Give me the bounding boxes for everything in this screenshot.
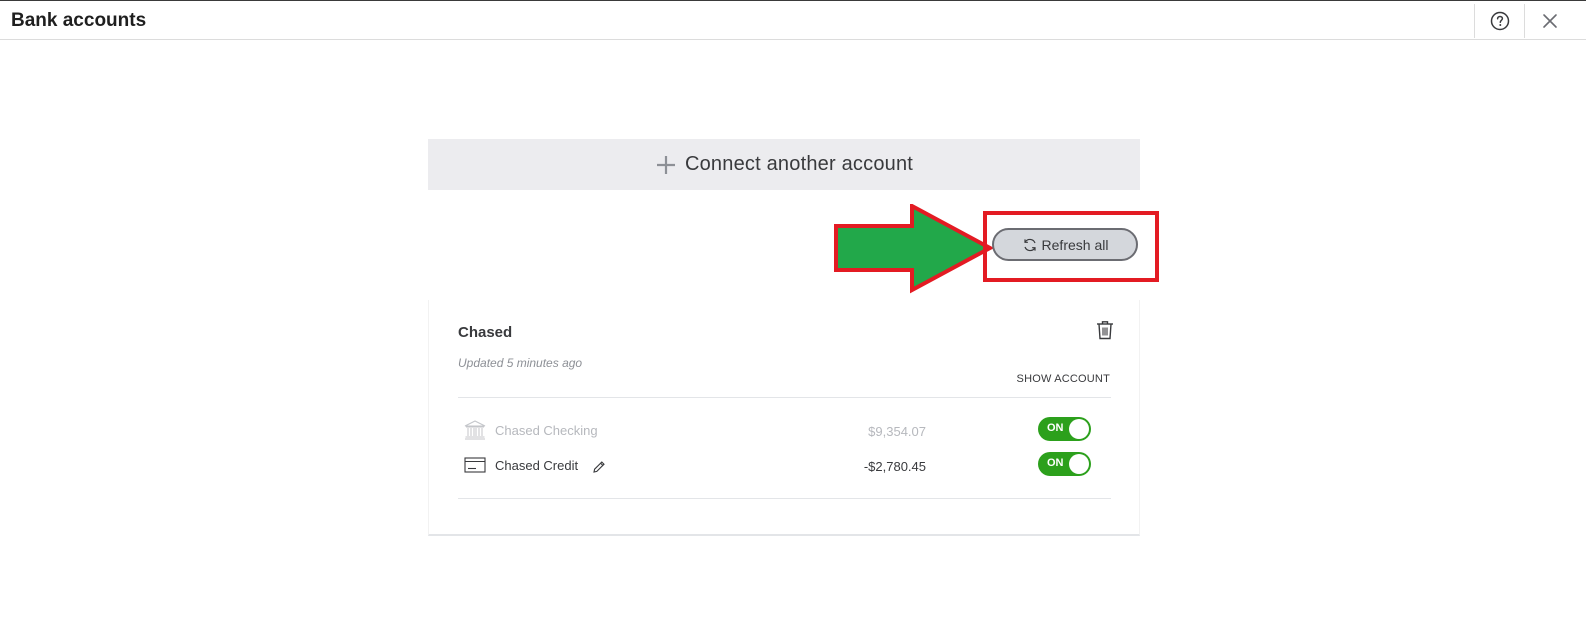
page-title: Bank accounts xyxy=(11,10,147,31)
trash-icon[interactable] xyxy=(1096,320,1114,340)
header-divider xyxy=(1474,4,1475,38)
refresh-all-label: Refresh all xyxy=(1041,236,1109,253)
divider xyxy=(458,397,1111,398)
annotation-arrow xyxy=(834,204,995,294)
header-divider xyxy=(1524,4,1525,38)
close-button[interactable] xyxy=(1538,9,1562,33)
bank-name: Chased xyxy=(458,324,513,341)
bank-card: Chased Updated 5 minutes ago SHOW ACCOUN… xyxy=(428,300,1140,536)
refresh-icon xyxy=(1023,238,1036,251)
close-icon xyxy=(1543,14,1557,28)
last-updated-text: Updated 5 minutes ago xyxy=(458,356,583,370)
pencil-icon[interactable] xyxy=(592,460,606,474)
account-name: Chased Checking xyxy=(495,423,598,438)
connect-account-label: Connect another account xyxy=(684,153,914,175)
divider xyxy=(458,498,1111,499)
help-button[interactable] xyxy=(1488,9,1512,33)
account-toggle[interactable]: ON xyxy=(1038,417,1091,441)
account-row: Chased Credit -$2,780.45 ON xyxy=(458,452,1111,480)
account-row: Chased Checking $9,354.07 ON xyxy=(458,417,1111,445)
toggle-label: ON xyxy=(1047,422,1064,434)
account-balance: -$2,780.45 xyxy=(863,459,926,474)
account-name: Chased Credit xyxy=(495,458,579,473)
toggle-knob xyxy=(1069,419,1089,439)
toggle-knob xyxy=(1069,454,1089,474)
connect-account-button[interactable]: Connect another account xyxy=(428,139,1140,190)
bank-icon xyxy=(464,420,486,440)
page-header: Bank accounts xyxy=(0,0,1586,40)
help-circle-icon xyxy=(1490,11,1510,31)
plus-icon xyxy=(656,155,675,174)
account-balance: $9,354.07 xyxy=(868,424,926,439)
toggle-label: ON xyxy=(1047,457,1064,469)
refresh-all-button[interactable]: Refresh all xyxy=(992,228,1138,261)
account-toggle[interactable]: ON xyxy=(1038,452,1091,476)
show-account-link[interactable]: SHOW ACCOUNT xyxy=(1017,373,1110,385)
bank-accounts-page: Bank accounts Connect another account Re… xyxy=(0,0,1586,626)
credit-card-icon xyxy=(464,457,486,473)
